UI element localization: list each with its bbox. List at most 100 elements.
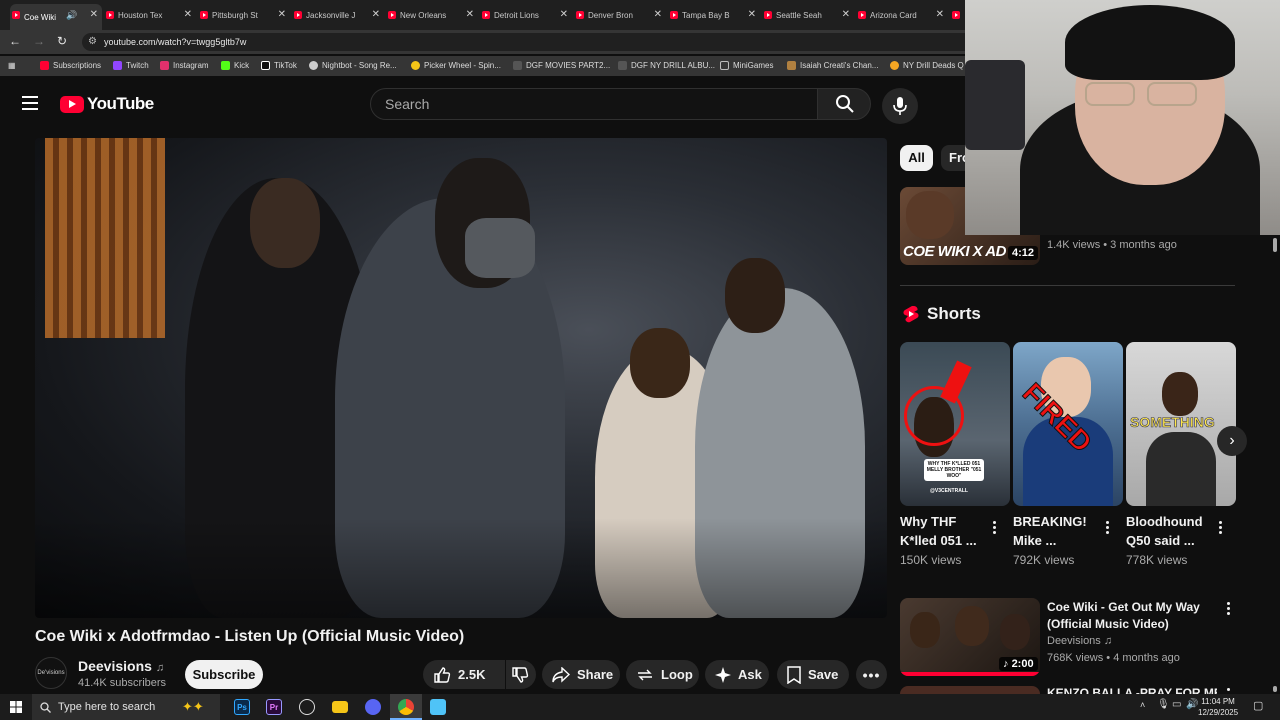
back-icon[interactable]: ← (9, 34, 21, 48)
taskbar-chrome-active[interactable] (390, 694, 422, 720)
bookmark-subscriptions[interactable]: Subscriptions (40, 61, 101, 70)
bookmark-label: Instagram (173, 61, 209, 70)
tray-chevron-icon[interactable]: ˄ (1140, 700, 1145, 710)
dislike-button[interactable] (506, 660, 536, 689)
taskbar-search-input[interactable]: Type here to search ✦✦ (32, 694, 220, 720)
bookmark-instagram[interactable]: Instagram (160, 61, 209, 70)
close-tab-icon[interactable]: ✕ (560, 9, 568, 20)
bookmark-ny-drill[interactable]: NY Drill Deads Q (890, 61, 964, 70)
close-tab-icon[interactable]: ✕ (372, 9, 380, 20)
bookmark-twitch[interactable]: Twitch (113, 61, 149, 70)
loop-button[interactable]: Loop (626, 660, 699, 689)
close-tab-icon[interactable]: ✕ (90, 9, 98, 20)
browser-tab[interactable]: Houston Tex ✕ (104, 4, 196, 26)
more-vertical-icon[interactable] (1227, 688, 1231, 693)
youtube-logo[interactable]: YouTube (60, 94, 154, 114)
close-tab-icon[interactable]: ✕ (654, 9, 662, 20)
bookmark-dgf-drill[interactable]: DGF NY DRILL ALBU... (618, 61, 715, 70)
related-meta: 768K views • 4 months ago (1047, 652, 1180, 664)
more-vertical-icon[interactable] (1106, 521, 1110, 536)
video-player[interactable] (35, 138, 887, 618)
related-thumbnail[interactable] (900, 686, 1040, 694)
more-vertical-icon[interactable] (993, 521, 997, 536)
scrollbar-arrow[interactable] (1273, 686, 1277, 692)
sparkle-icon (715, 666, 731, 683)
file-explorer-icon[interactable] (332, 701, 348, 713)
bookmark-label: Kick (234, 61, 250, 70)
microphone-tray-icon[interactable]: 🎙 (1157, 699, 1170, 710)
save-button[interactable]: Save (777, 660, 849, 689)
voice-search-button[interactable] (882, 88, 918, 124)
discord-icon[interactable] (365, 699, 381, 715)
network-icon[interactable]: ▭ (1172, 699, 1181, 710)
browser-tab[interactable]: Arizona Card ✕ (856, 4, 948, 26)
thumbnail-body (1146, 432, 1216, 506)
bookmark-kick[interactable]: Kick (221, 61, 249, 70)
premiere-icon[interactable]: Pr (266, 699, 282, 715)
share-button[interactable]: Share (542, 660, 620, 689)
bookmark-nightbot[interactable]: Nightbot - Song Re... (309, 61, 397, 70)
bookmark-minigames[interactable]: MiniGames (720, 61, 773, 70)
short-title[interactable]: Bloodhound Q50 said ... (1126, 512, 1214, 550)
bookmark-picker-wheel[interactable]: Picker Wheel - Spin... (411, 61, 501, 70)
browser-tab[interactable] (950, 4, 964, 26)
chip-all[interactable]: All (900, 145, 933, 171)
browser-tab[interactable]: Denver Bron ✕ (574, 4, 666, 26)
shorts-next-button[interactable]: › (1217, 426, 1247, 456)
apps-grid-icon[interactable]: ▦ (8, 61, 16, 70)
browser-tab[interactable]: Detroit Lions ✕ (480, 4, 572, 26)
forward-icon[interactable]: → (33, 34, 45, 48)
more-vertical-icon[interactable] (1219, 521, 1223, 536)
windows-start-icon[interactable] (10, 701, 22, 713)
close-tab-icon[interactable]: ✕ (278, 9, 286, 20)
app-icon[interactable] (430, 699, 446, 715)
channel-avatar[interactable]: De'visions (35, 657, 67, 689)
notification-icon[interactable]: ▢ (1253, 699, 1263, 712)
close-tab-icon[interactable]: ✕ (748, 9, 756, 20)
short-thumbnail[interactable]: FIRED (1013, 342, 1123, 506)
menu-icon[interactable] (22, 96, 38, 110)
taskbar-clock[interactable]: 11:04 PM 12/29/2025 (1198, 696, 1238, 718)
close-tab-icon[interactable]: ✕ (936, 9, 944, 20)
close-tab-icon[interactable]: ✕ (466, 9, 474, 20)
volume-icon[interactable]: 🔊 (1186, 699, 1198, 710)
browser-tab[interactable]: Seattle Seah ✕ (762, 4, 854, 26)
ask-button[interactable]: Ask (705, 660, 769, 689)
channel-name[interactable]: Deevisions ♫ (78, 658, 164, 674)
browser-tab[interactable]: Coe Wiki 🔊 ✕ (10, 4, 102, 30)
bookmark-tiktok[interactable]: TikTok (261, 61, 297, 70)
related-thumbnail[interactable]: ♪ 2:00 (900, 598, 1040, 676)
tab-title: Seattle Seah (776, 10, 822, 20)
video-frame-face (250, 178, 320, 268)
obs-icon[interactable] (299, 699, 315, 715)
reload-icon[interactable]: ↻ (57, 34, 67, 48)
related-title[interactable]: Coe Wiki - Get Out My Way (Official Musi… (1047, 599, 1217, 633)
more-actions-button[interactable]: ••• (856, 660, 887, 689)
browser-tab[interactable]: Jacksonville J ✕ (292, 4, 384, 26)
loop-icon (638, 669, 652, 680)
subscribe-button[interactable]: Subscribe (185, 660, 263, 689)
search-input[interactable]: Search (370, 88, 818, 120)
short-title[interactable]: Why THF K*lled 051 ... (900, 512, 988, 550)
search-button[interactable] (817, 88, 871, 120)
bookmark-dgf-movies[interactable]: DGF MOVIES PART2... (513, 61, 610, 70)
browser-tab[interactable]: Pittsburgh St ✕ (198, 4, 290, 26)
more-vertical-icon[interactable] (1227, 602, 1231, 617)
short-thumbnail[interactable]: WHY THF K*LLED 051 MELLY BROTHER "051 WO… (900, 342, 1010, 506)
site-info-icon[interactable]: ⚙ (88, 33, 97, 51)
tab-title: Tampa Bay B (682, 10, 730, 20)
photoshop-icon[interactable]: Ps (234, 699, 250, 715)
scrollbar-thumb[interactable] (1273, 238, 1277, 252)
bookmark-isaiah[interactable]: Isaiah Creati's Chan... (787, 61, 878, 70)
short-thumbnail[interactable]: SOMETHING (1126, 342, 1236, 506)
close-tab-icon[interactable]: ✕ (184, 9, 192, 20)
browser-tab[interactable]: New Orleans ✕ (386, 4, 478, 26)
video-frame-face (725, 258, 785, 333)
address-bar[interactable]: ⚙ youtube.com/watch?v=twgg5gltb7w (82, 33, 982, 51)
like-button[interactable]: 2.5K (423, 660, 505, 689)
close-tab-icon[interactable]: ✕ (842, 9, 850, 20)
browser-tab[interactable]: Tampa Bay B ✕ (668, 4, 760, 26)
bookmark-label: DGF MOVIES PART2... (526, 61, 611, 70)
short-title[interactable]: BREAKING! Mike ... (1013, 512, 1101, 550)
short-views: 150K views (900, 553, 962, 567)
